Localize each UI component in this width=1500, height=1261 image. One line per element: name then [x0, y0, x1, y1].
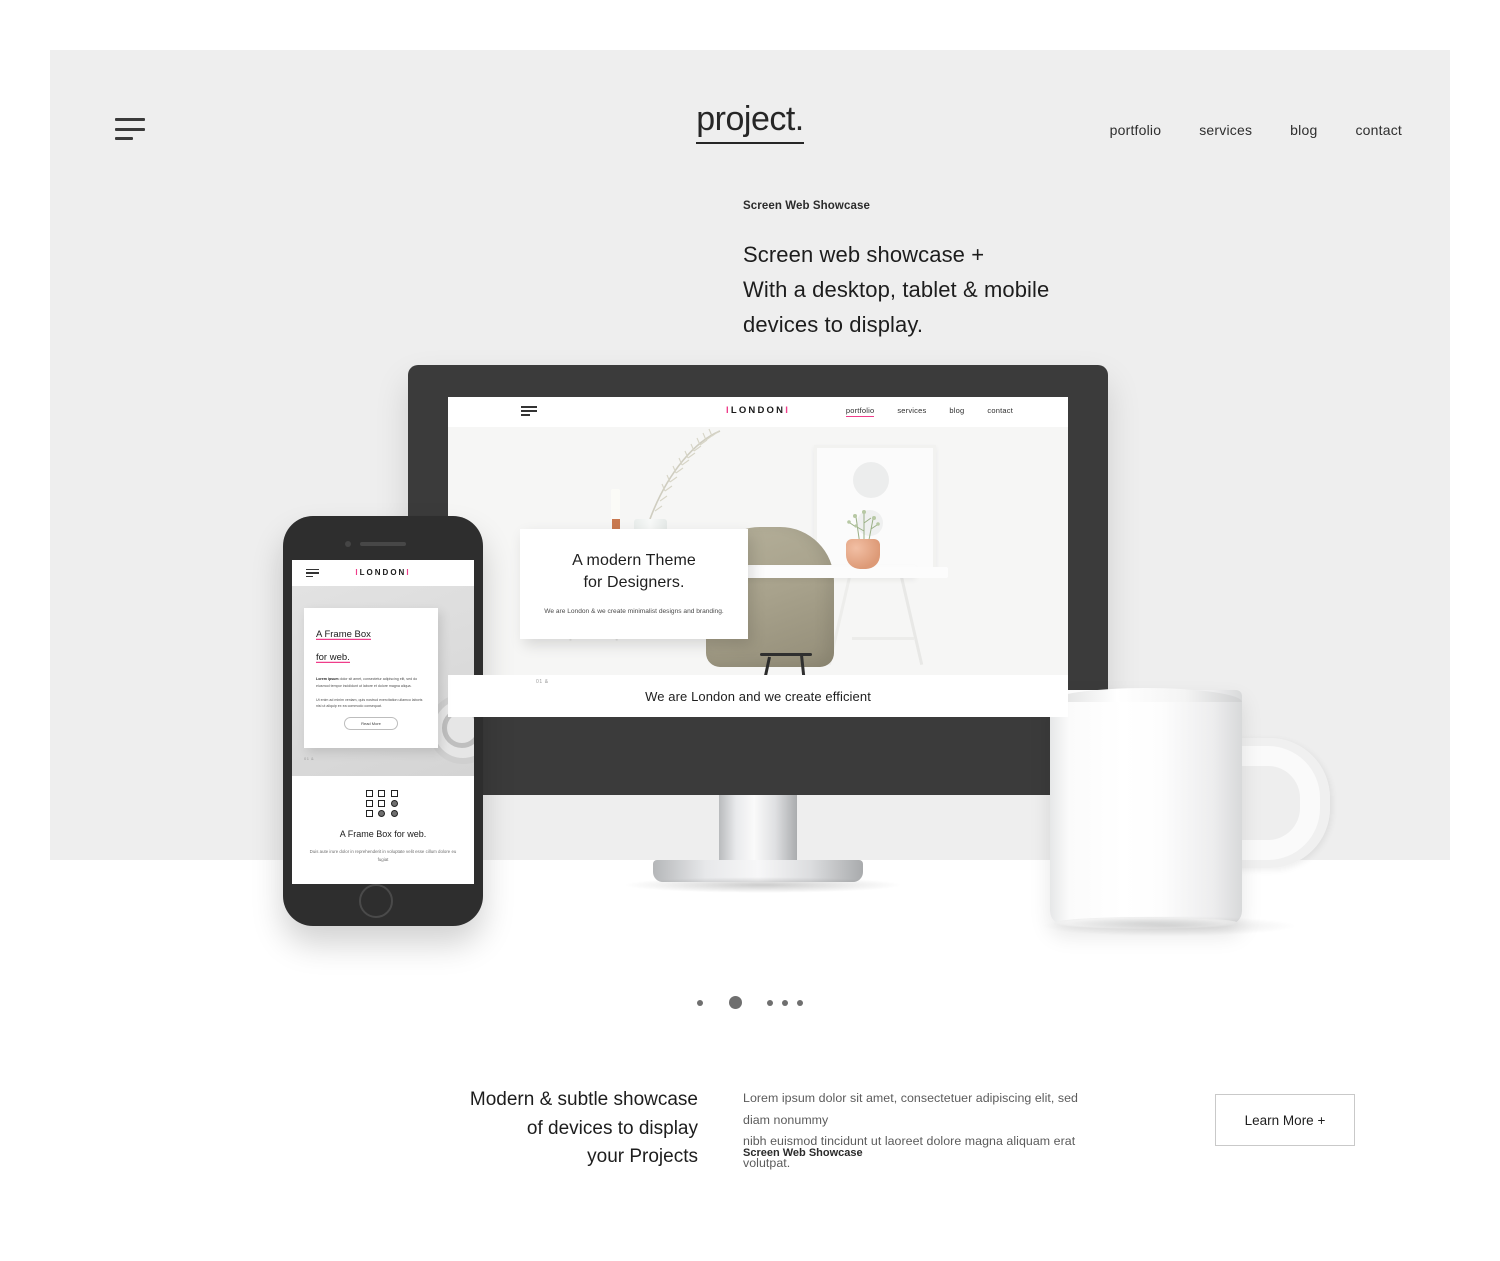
- mug-body: [1050, 688, 1242, 929]
- monitor-bezel: ILONDONI portfolio services blog contact: [408, 365, 1108, 717]
- grid-cell-8: [378, 810, 386, 817]
- phone-mockup: ILONDONI A Frame Box for web. Lorem ipsu…: [283, 516, 483, 926]
- carousel-dot-3[interactable]: [767, 999, 773, 1006]
- carousel-dot-2-active[interactable]: [729, 996, 742, 1009]
- mockup-card-title: A modern Theme for Designers.: [572, 550, 696, 593]
- carousel-dot-1[interactable]: [697, 999, 703, 1006]
- phone-logo-bracket-right: I: [406, 568, 411, 577]
- mockup-nav-services[interactable]: services: [897, 406, 926, 417]
- phone-front-camera: [345, 541, 351, 547]
- mockup-nav-contact[interactable]: contact: [987, 406, 1013, 417]
- phone-site-header: ILONDONI: [292, 560, 474, 586]
- carousel-dot-5[interactable]: [797, 999, 803, 1006]
- desktop-mockup: ILONDONI portfolio services blog contact: [408, 365, 1108, 893]
- logo-bracket-right: I: [785, 405, 791, 416]
- mockup-site-header: ILONDONI portfolio services blog contact: [448, 397, 1068, 427]
- phone-card-lead: Lorem ipsum: [316, 677, 339, 682]
- scene-copper-pot: [846, 539, 880, 569]
- bottom-heading: Modern & subtle showcase of devices to d…: [420, 1086, 698, 1172]
- bottom-body-line-1: Lorem ipsum dolor sit amet, consectetuer…: [743, 1091, 1079, 1127]
- bottom-heading-line-2: of devices to display: [526, 1117, 698, 1139]
- grid-cell-1: [366, 790, 373, 797]
- phone-lower-body: Duis aute irure dolor in reprehenderit i…: [309, 849, 457, 863]
- grid-cell-3: [390, 790, 398, 797]
- bottom-heading-line-1: Modern & subtle showcase: [469, 1089, 698, 1110]
- grid-cell-4: [366, 800, 373, 807]
- phone-slide-counter: 01 &: [304, 756, 315, 761]
- mockup-tagline: We are London and we create efficient: [645, 689, 871, 704]
- bottom-body-text: Lorem ipsum dolor sit amet, consectetuer…: [743, 1088, 1093, 1175]
- coffee-mug: [1044, 688, 1340, 936]
- scene-chair-bar: [760, 653, 812, 656]
- phone-read-more-button[interactable]: Read More: [344, 716, 398, 730]
- bottom-section: Modern & subtle showcase of devices to d…: [0, 1078, 1500, 1198]
- grid-cell-9: [390, 810, 398, 817]
- monitor-chin: [408, 717, 1108, 795]
- scene-desk-surface-right: [738, 567, 948, 578]
- devices-stage: ILONDONI portfolio services blog contact: [0, 0, 1500, 960]
- phone-card-heading: A Frame Box for web.: [316, 621, 426, 667]
- mockup-navigation: portfolio services blog contact: [845, 406, 1013, 417]
- scene-desk-leg-brace: [852, 637, 914, 640]
- mockup-card-body: We are London & we create minimalist des…: [544, 608, 724, 616]
- mockup-slide-counter: 01 &: [536, 679, 549, 685]
- phone-screen: ILONDONI A Frame Box for web. Lorem ipsu…: [292, 560, 474, 884]
- carousel-pagination: [0, 996, 1500, 1009]
- mug-rim: [1050, 688, 1242, 702]
- mockup-card-title-line-2: for Designers.: [583, 573, 685, 591]
- grid-cell-6: [390, 800, 398, 807]
- monitor-stand-neck: [719, 795, 797, 865]
- page-root: project. portfolio services blog contact…: [0, 0, 1500, 1261]
- mockup-nav-portfolio[interactable]: portfolio: [845, 406, 875, 417]
- phone-logo-word: LONDON: [359, 568, 407, 577]
- phone-speaker-grille: [360, 542, 406, 546]
- phone-card-title-line-1: A Frame Box: [316, 629, 371, 640]
- phone-content-card: A Frame Box for web. Lorem ipsum dolor s…: [304, 608, 438, 748]
- phone-home-button[interactable]: [359, 884, 393, 918]
- scene-candle: [611, 489, 620, 521]
- monitor-shadow: [623, 877, 903, 893]
- mockup-nav-blog[interactable]: blog: [949, 406, 964, 417]
- phone-card-paragraph-1: Lorem ipsum dolor sit amet, consectetur …: [316, 676, 426, 689]
- scene-dried-branch-icon: [649, 428, 721, 520]
- bottom-heading-line-3: your Projects: [587, 1146, 698, 1167]
- logo-word: LONDON: [730, 405, 786, 416]
- carousel-dot-4[interactable]: [782, 999, 788, 1006]
- monitor-screen: ILONDONI portfolio services blog contact: [448, 397, 1068, 717]
- grid-cell-5: [378, 800, 386, 807]
- phone-card-paragraph-2: Ut enim ad minim veniam, quis nostrud ex…: [316, 697, 423, 709]
- mockup-hero-card: A modern Theme for Designers. We are Lon…: [520, 529, 748, 639]
- grid-cell-7: [366, 810, 373, 817]
- bottom-label: Screen Web Showcase: [743, 1147, 863, 1159]
- mockup-card-title-line-1: A modern Theme: [572, 551, 696, 569]
- grid-3x3-icon: [366, 790, 400, 817]
- phone-card-title-line-2: for web.: [316, 652, 350, 664]
- phone-lower-section: A Frame Box for web. Duis aute irure dol…: [292, 776, 474, 884]
- phone-lower-title: A Frame Box for web.: [339, 829, 427, 839]
- phone-site-logo[interactable]: ILONDONI: [292, 568, 474, 577]
- grid-cell-2: [378, 790, 386, 797]
- learn-more-button[interactable]: Learn More +: [1215, 1094, 1355, 1146]
- scene-art-circle-1: [853, 462, 889, 498]
- mug-shadow: [1044, 916, 1294, 936]
